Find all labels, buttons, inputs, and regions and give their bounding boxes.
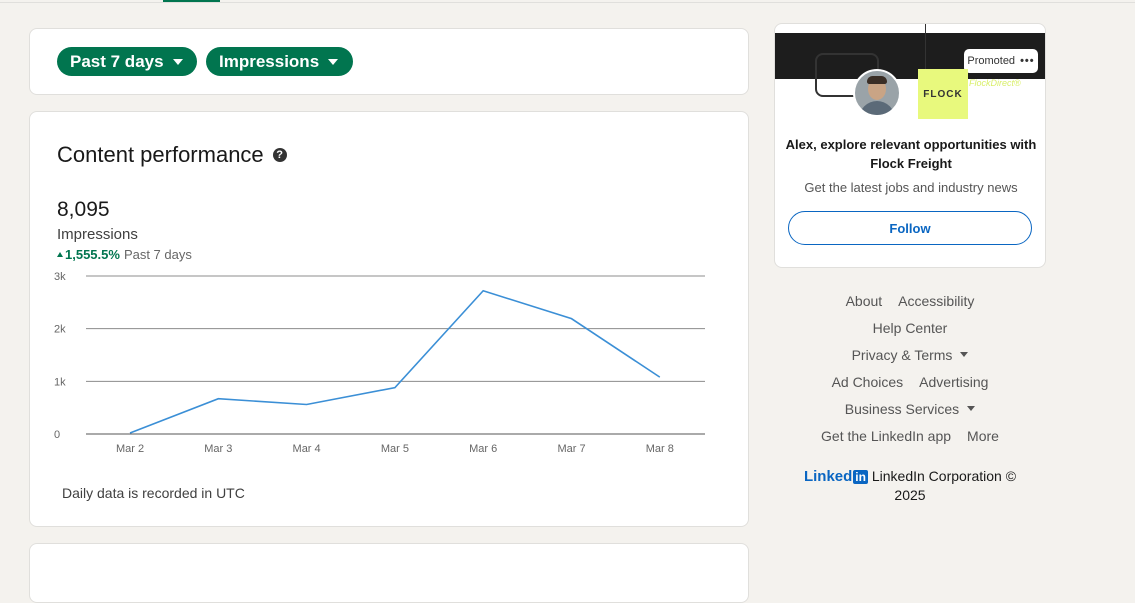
business-services-label: Business Services [845,401,959,417]
content-performance-card: Content performance ? 8,095 Impressions … [29,111,749,527]
change-percent: 1,555.5% [65,247,120,262]
linkedin-logo: Linkedin [804,468,868,486]
change-indicator: 1,555.5% Past 7 days [57,247,192,262]
ad-headline-line2: Flock Freight [775,154,1046,173]
avatar-body [859,101,895,117]
y-tick-label: 3k [54,271,66,283]
ad-subtext: Get the latest jobs and industry news [775,180,1046,195]
question-icon[interactable]: ? [273,148,287,162]
footer-link-advertising[interactable]: Advertising [919,374,988,390]
impressions-series-line [130,291,660,433]
arrow-up-icon [57,252,63,257]
ad-headline: Alex, explore relevant opportunities wit… [775,135,1046,173]
ad-headline-line1: Alex, explore relevant opportunities wit… [775,135,1046,154]
footer-link-about[interactable]: About [846,293,883,309]
caret-down-icon [967,406,975,411]
caret-down-icon [328,59,338,65]
copyright-text: LinkedIn Corporation © [872,468,1016,484]
footer-link-privacy-terms[interactable]: Privacy & Terms [852,347,969,363]
footer-link-more[interactable]: More [967,428,999,444]
change-period: Past 7 days [124,247,192,262]
impressions-total: 8,095 [57,198,110,222]
caret-down-icon [173,59,183,65]
privacy-terms-label: Privacy & Terms [852,347,953,363]
brand-tagline: FlockDirect® [969,78,1021,88]
section-title-text: Content performance [57,142,264,168]
x-tick-label: Mar 6 [469,443,497,455]
avatar-hair [867,76,887,84]
change-value: 1,555.5% [57,247,120,262]
footer-links: About Accessibility Help Center Privacy … [774,287,1046,449]
banner-pattern-line [925,23,926,73]
impressions-label: Impressions [57,226,138,243]
linkedin-logo-text: Linked [804,468,852,486]
promoted-badge: Promoted ••• [964,49,1038,73]
promoted-ad-card: Promoted ••• FlockDirect® FLOCK Alex, ex… [774,23,1046,268]
x-tick-label: Mar 5 [381,443,409,455]
copyright: Linkedin LinkedIn Corporation © 2025 [774,467,1046,504]
follow-button[interactable]: Follow [788,211,1032,245]
footer-link-get-app[interactable]: Get the LinkedIn app [821,428,951,444]
linkedin-logo-box: in [853,470,868,484]
x-tick-label: Mar 3 [204,443,232,455]
y-tick-label: 0 [54,429,60,441]
x-tick-label: Mar 4 [293,443,321,455]
footer-link-ad-choices[interactable]: Ad Choices [832,374,904,390]
copyright-year: 2025 [894,487,925,503]
filters-card: Past 7 days Impressions [29,28,749,95]
date-range-filter[interactable]: Past 7 days [57,47,197,76]
metric-filter[interactable]: Impressions [206,47,353,76]
next-card [29,543,749,603]
impressions-line-chart: 0 1k 2k 3k Mar 2 Mar 3 Mar 4 Mar 5 Mar 6 Mar 7 Mar… [50,267,730,477]
caret-down-icon [960,352,968,357]
metric-label: Impressions [219,52,319,72]
footer-link-accessibility[interactable]: Accessibility [898,293,974,309]
footer-link-help-center[interactable]: Help Center [873,320,948,336]
y-tick-label: 2k [54,324,66,336]
ad-banner: Promoted ••• FlockDirect® [775,33,1046,79]
utc-footnote: Daily data is recorded in UTC [62,485,245,501]
footer-link-business-services[interactable]: Business Services [845,401,975,417]
section-title: Content performance ? [57,142,287,168]
more-options-icon[interactable]: ••• [1020,55,1035,67]
header-divider [0,2,1135,3]
promoted-label: Promoted [967,55,1015,67]
x-tick-label: Mar 7 [557,443,585,455]
company-logo[interactable]: FLOCK [918,69,968,119]
x-tick-label: Mar 2 [116,443,144,455]
date-range-label: Past 7 days [70,52,164,72]
x-tick-label: Mar 8 [646,443,674,455]
avatar [853,69,901,117]
y-tick-label: 1k [54,376,66,388]
